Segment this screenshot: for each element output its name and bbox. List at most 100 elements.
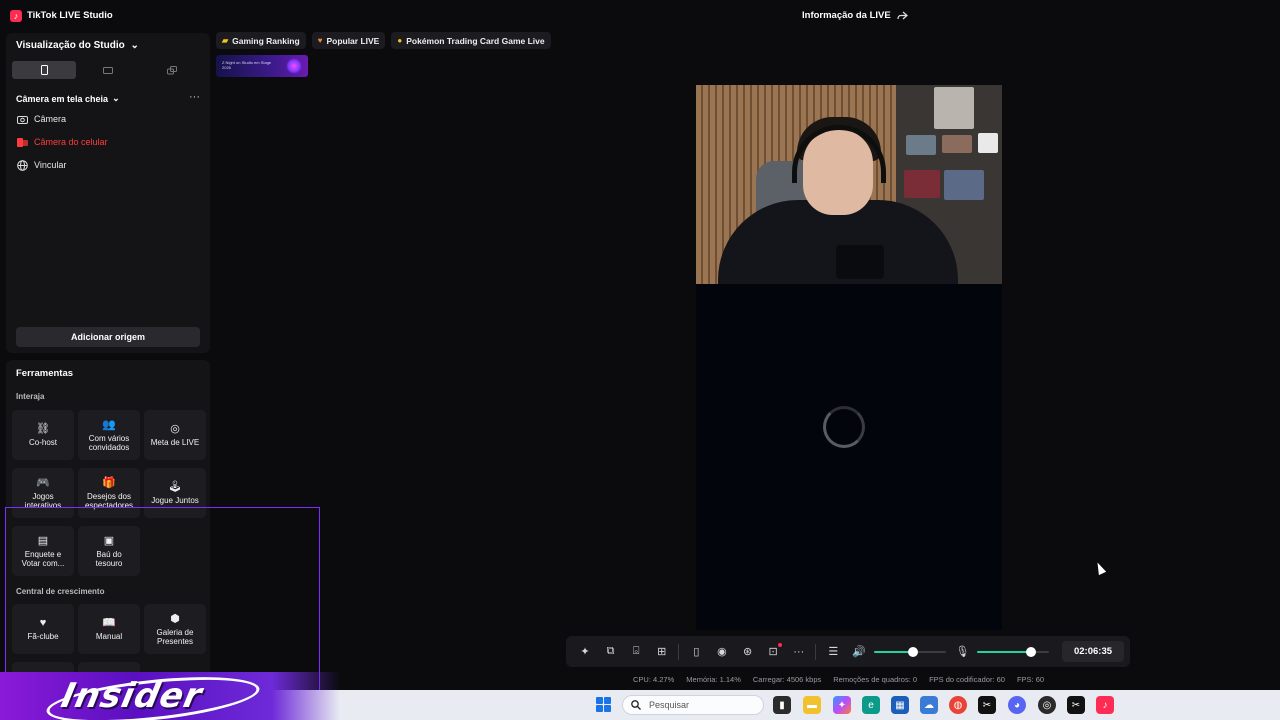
tool-label: Fã-clube (27, 631, 59, 641)
promo-banner[interactable]: Z Night on Studio em Stage 2026 (216, 55, 308, 77)
camera-fullscreen-dropdown[interactable]: Câmera em tela cheia ⌄ (16, 93, 120, 104)
tool-gift-gallery[interactable]: ⬢ Galeria de Presentes (144, 604, 206, 654)
tool-interactive-games[interactable]: 🎮 Jogos interativos (12, 468, 74, 518)
settings-sliders-icon[interactable]: ☰ (822, 641, 844, 663)
tool-fan-club[interactable]: ♥ Fã-clube (12, 604, 74, 654)
tool-label: Jogos interativos (24, 491, 62, 511)
tool-live-goal[interactable]: ◎ Meta de LIVE (144, 410, 206, 460)
divider (815, 643, 817, 660)
tool-label: Galeria de Presentes (156, 627, 194, 647)
tool-manual[interactable]: 📖 Manual (78, 604, 140, 654)
chip-gaming-ranking[interactable]: ▰ Gaming Ranking (216, 32, 306, 49)
more-options-icon[interactable]: ··· (189, 91, 200, 103)
insider-logo: Insider (57, 676, 207, 716)
portrait-mode-button[interactable] (12, 61, 76, 79)
share-icon (897, 11, 908, 19)
add-scene-icon[interactable]: ⊞ (651, 641, 673, 663)
stat-upload: Carregar: 4506 kbps (752, 675, 822, 684)
tools-panel: Ferramentas Interaja ⛓ Co-host 👥 Com vár… (6, 360, 210, 690)
file-explorer-icon[interactable]: ▬ (803, 696, 821, 714)
growth-section-label: Central de crescimento (16, 587, 105, 596)
poll-icon: ▤ (37, 534, 49, 547)
source-item-phone-camera[interactable]: Câmera do celular (16, 136, 108, 148)
pokeball-icon: ● (397, 36, 403, 45)
capcut-icon[interactable]: ✂ (978, 696, 996, 714)
store-icon[interactable]: ▦ (891, 696, 909, 714)
chest-icon: ▣ (103, 534, 115, 547)
snapshot-icon[interactable]: ⌺ (625, 641, 647, 663)
chevron-down-icon: ⌄ (112, 93, 120, 103)
banner-graphic-icon (286, 58, 302, 74)
banner-text: Z Night on Studio em Stage 2026 (222, 60, 272, 70)
mouse-cursor-icon (1093, 560, 1107, 576)
book-icon: 📖 (102, 617, 116, 630)
tool-label: Co-host (28, 438, 57, 448)
tool-play-together[interactable]: 🕹 Jogue Juntos (144, 468, 206, 518)
windows-start-icon[interactable] (596, 697, 611, 712)
link-icon: ⛓ (36, 423, 50, 436)
dual-mode-button[interactable] (140, 61, 204, 79)
tool-treasure-chest[interactable]: ▣ Baú do tesouro (78, 526, 140, 576)
performance-stats: CPU: 4.27% Memória: 1.14% Carregar: 4506… (633, 675, 1044, 684)
add-source-button[interactable]: Adicionar origem (16, 327, 200, 347)
source-label: Câmera do celular (34, 137, 108, 147)
live-preview[interactable] (696, 85, 1002, 630)
more-icon[interactable]: ··· (788, 641, 810, 663)
tool-viewer-wishes[interactable]: 🎁 Desejos dos espectadores (78, 468, 140, 518)
landscape-mode-button[interactable] (76, 61, 140, 79)
discord-icon[interactable]: ◕ (1008, 696, 1026, 714)
studio-view-panel: Visualização do Studio ⌄ Câmera em tela … (6, 33, 210, 353)
stat-cpu: CPU: 4.27% (633, 675, 675, 684)
gift-gallery-icon: ⬢ (170, 612, 180, 625)
speaker-icon[interactable]: 🔊 (848, 641, 870, 663)
source-label: Vincular (34, 160, 67, 170)
volume-slider[interactable] (873, 641, 946, 663)
volume-knob[interactable] (908, 646, 919, 657)
tool-label: Baú do tesouro (95, 549, 123, 569)
phone-camera-icon (16, 136, 28, 148)
teams-icon[interactable]: ☁ (920, 696, 938, 714)
joystick-icon: 🕹 (168, 481, 182, 494)
heart-icon: ♥ (317, 36, 323, 45)
mic-slider[interactable] (977, 641, 1050, 663)
live-timer: 02:06:35 (1062, 641, 1124, 662)
capcut-2-icon[interactable]: ✂ (1067, 696, 1085, 714)
studio-view-label: Visualização do Studio (16, 40, 125, 51)
tool-poll[interactable]: ▤ Enquete e Votar com... (12, 526, 74, 576)
source-item-link[interactable]: Vincular (16, 159, 66, 171)
title-bar: ♪ TikTok LIVE Studio Informação da LIVE (0, 0, 1280, 32)
control-bar: ✦ ⧉ ⌺ ⊞ ▯ ◉ ⊛ ⊡ ··· ☰ 🔊 🎙 02:06:35 (566, 636, 1130, 667)
chevron-down-icon: ⌄ (130, 40, 139, 51)
source-item-camera[interactable]: Câmera (16, 113, 66, 125)
search-placeholder: Pesquisar (649, 700, 690, 710)
phone-icon[interactable]: ▯ (685, 641, 707, 663)
camera-record-icon[interactable]: ⊡ (762, 641, 784, 663)
chrome-icon[interactable]: ◍ (949, 696, 967, 714)
gamepad-icon: 🎮 (36, 476, 50, 489)
tool-multi-guest[interactable]: 👥 Com vários convidados (78, 410, 140, 460)
record-icon[interactable]: ◉ (711, 641, 733, 663)
chip-pokemon[interactable]: ● Pokémon Trading Card Game Live (391, 32, 551, 49)
live-info-button[interactable]: Informação da LIVE (802, 10, 908, 21)
screen-share-icon[interactable]: ⧉ (600, 641, 622, 663)
edge-icon[interactable]: e (862, 696, 880, 714)
studio-view-dropdown[interactable]: Visualização do Studio ⌄ (16, 40, 139, 51)
copilot-icon[interactable]: ✦ (833, 696, 851, 714)
camera-feed (696, 85, 1002, 284)
tool-co-host[interactable]: ⛓ Co-host (12, 410, 74, 460)
orientation-switch (12, 61, 204, 79)
tiktok-live-studio-icon[interactable]: ♪ (1096, 696, 1114, 714)
mic-knob[interactable] (1026, 646, 1037, 657)
chip-popular-live[interactable]: ♥ Popular LIVE (311, 32, 386, 49)
microphone-icon[interactable]: 🎙 (952, 641, 974, 663)
obs-icon[interactable]: ◎ (1038, 696, 1056, 714)
chip-label: Pokémon Trading Card Game Live (406, 35, 545, 46)
magic-wand-icon[interactable]: ✦ (574, 641, 596, 663)
stat-fps: FPS: 60 (1016, 675, 1045, 684)
stat-dropped-frames: Remoções de quadros: 0 (833, 675, 918, 684)
task-view-icon[interactable]: ▮ (773, 696, 791, 714)
focus-icon[interactable]: ⊛ (737, 641, 759, 663)
taskbar-search[interactable]: Pesquisar (622, 695, 764, 715)
landscape-icon (103, 66, 113, 74)
tools-title: Ferramentas (16, 368, 74, 379)
